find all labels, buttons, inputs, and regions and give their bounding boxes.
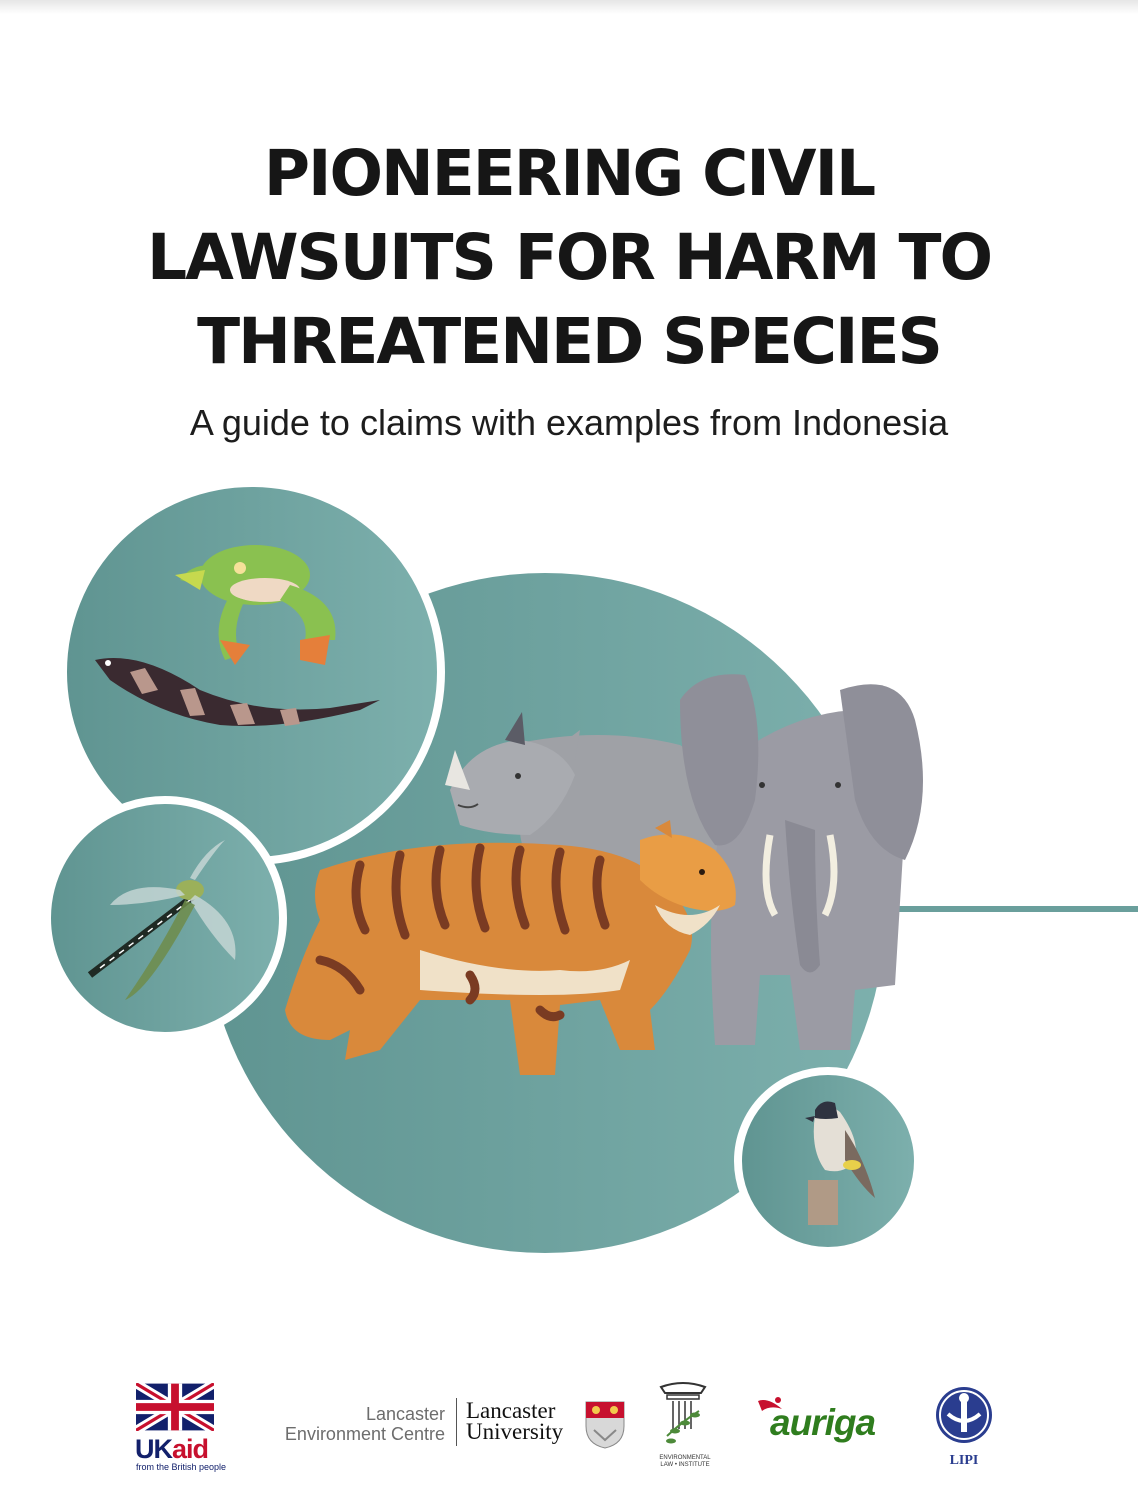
cover-illustration bbox=[43, 479, 1138, 1255]
eli-logo-text: ENVIRONMENTAL LAW • INSTITUTE bbox=[659, 1455, 711, 1468]
logo-divider bbox=[456, 1398, 457, 1446]
title-line-1: PIONEERING CIVIL bbox=[263, 137, 876, 210]
lancaster-university-logo: Lancaster University bbox=[466, 1398, 564, 1444]
document-title: PIONEERING CIVIL LAWSUITS FOR HARM TO TH… bbox=[0, 132, 1138, 384]
lipi-logo-text: LIPI bbox=[949, 1453, 979, 1468]
top-shade bbox=[0, 0, 1138, 14]
lancaster-crest-icon bbox=[585, 1401, 625, 1449]
eli-column-icon bbox=[659, 1382, 707, 1444]
title-line-3: THREATENED SPECIES bbox=[197, 305, 943, 378]
ukaid-logo: UKaid bbox=[135, 1434, 209, 1464]
lipi-emblem-icon bbox=[936, 1387, 992, 1443]
auriga-logo: auriga bbox=[770, 1402, 876, 1443]
document-subtitle: A guide to claims with examples from Ind… bbox=[189, 402, 949, 443]
ukaid-tagline: from the British people bbox=[136, 1462, 227, 1472]
lancaster-environment-centre-logo: Lancaster Environment Centre bbox=[284, 1404, 445, 1444]
title-line-2: LAWSUITS FOR HARM TO bbox=[147, 221, 993, 294]
union-jack-icon bbox=[136, 1383, 214, 1431]
